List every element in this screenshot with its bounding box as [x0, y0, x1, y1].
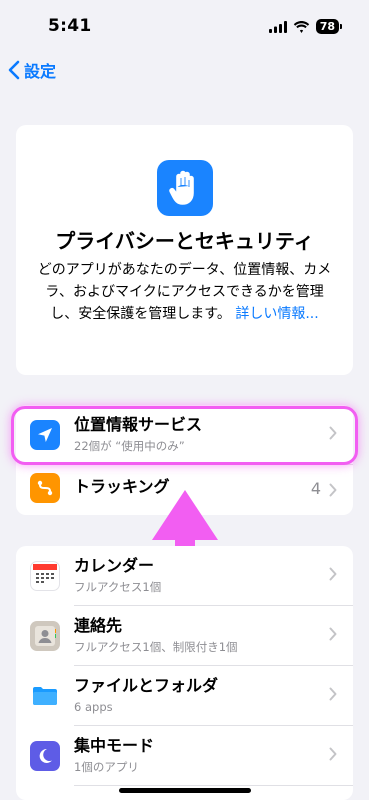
row-subtitle: 1個のアプリ: [74, 760, 139, 774]
folder-icon: [30, 681, 60, 711]
row-title: 集中モード: [74, 736, 155, 755]
row-title: ファイルとフォルダ: [74, 676, 219, 695]
contacts-icon: [30, 621, 60, 651]
moon-icon: [30, 741, 60, 771]
chevron-right-icon: [329, 687, 337, 701]
back-label: 設定: [24, 62, 57, 81]
files-folders-row[interactable]: ファイルとフォルダ 6 apps: [16, 666, 353, 726]
row-title: 連絡先: [74, 616, 123, 635]
row-title: カレンダー: [74, 556, 155, 575]
focus-row[interactable]: 集中モード 1個のアプリ: [16, 726, 353, 786]
chevron-right-icon: [329, 747, 337, 761]
chevron-right-icon: [329, 567, 337, 581]
hand-icon: [157, 160, 213, 216]
status-time: 5:41: [48, 16, 92, 36]
contacts-row[interactable]: 連絡先 フルアクセス1個、制限付き1個: [16, 606, 353, 666]
calendar-row[interactable]: カレンダー フルアクセス1個: [16, 546, 353, 606]
status-bar: 5:41 78: [0, 0, 369, 50]
signal-icon: [268, 20, 287, 33]
row-subtitle: フルアクセス1個: [74, 580, 162, 594]
status-icons: 78: [268, 19, 343, 34]
row-subtitle: 6 apps: [74, 700, 113, 714]
data-access-group: カレンダー フルアクセス1個 連絡先 フルアクセス1個、制限付き1個 ファイルと…: [16, 546, 353, 800]
row-separator: [74, 785, 353, 786]
chevron-left-icon: [8, 60, 20, 80]
wifi-icon: [293, 20, 309, 33]
tracking-count: 4: [310, 479, 321, 498]
page-title: プライバシーとセキュリティ: [55, 229, 314, 253]
calendar-icon: [30, 561, 60, 591]
intro-description: どのアプリがあなたのデータ、位置情報、カメラ、およびマイクにアクセスできるかを管…: [36, 259, 333, 325]
row-subtitle: フルアクセス1個、制限付き1個: [74, 640, 238, 654]
battery-indicator: 78: [315, 19, 343, 34]
privacy-intro-card: プライバシーとセキュリティ どのアプリがあなたのデータ、位置情報、カメラ、および…: [16, 125, 353, 375]
highlight-outline: [11, 406, 358, 465]
home-indicator: [119, 788, 251, 793]
learn-more-link[interactable]: 詳しい情報...: [235, 306, 318, 322]
chevron-right-icon: [329, 627, 337, 641]
tracking-icon: [30, 473, 60, 503]
back-button[interactable]: 設定: [8, 58, 56, 82]
chevron-right-icon: [329, 483, 337, 497]
